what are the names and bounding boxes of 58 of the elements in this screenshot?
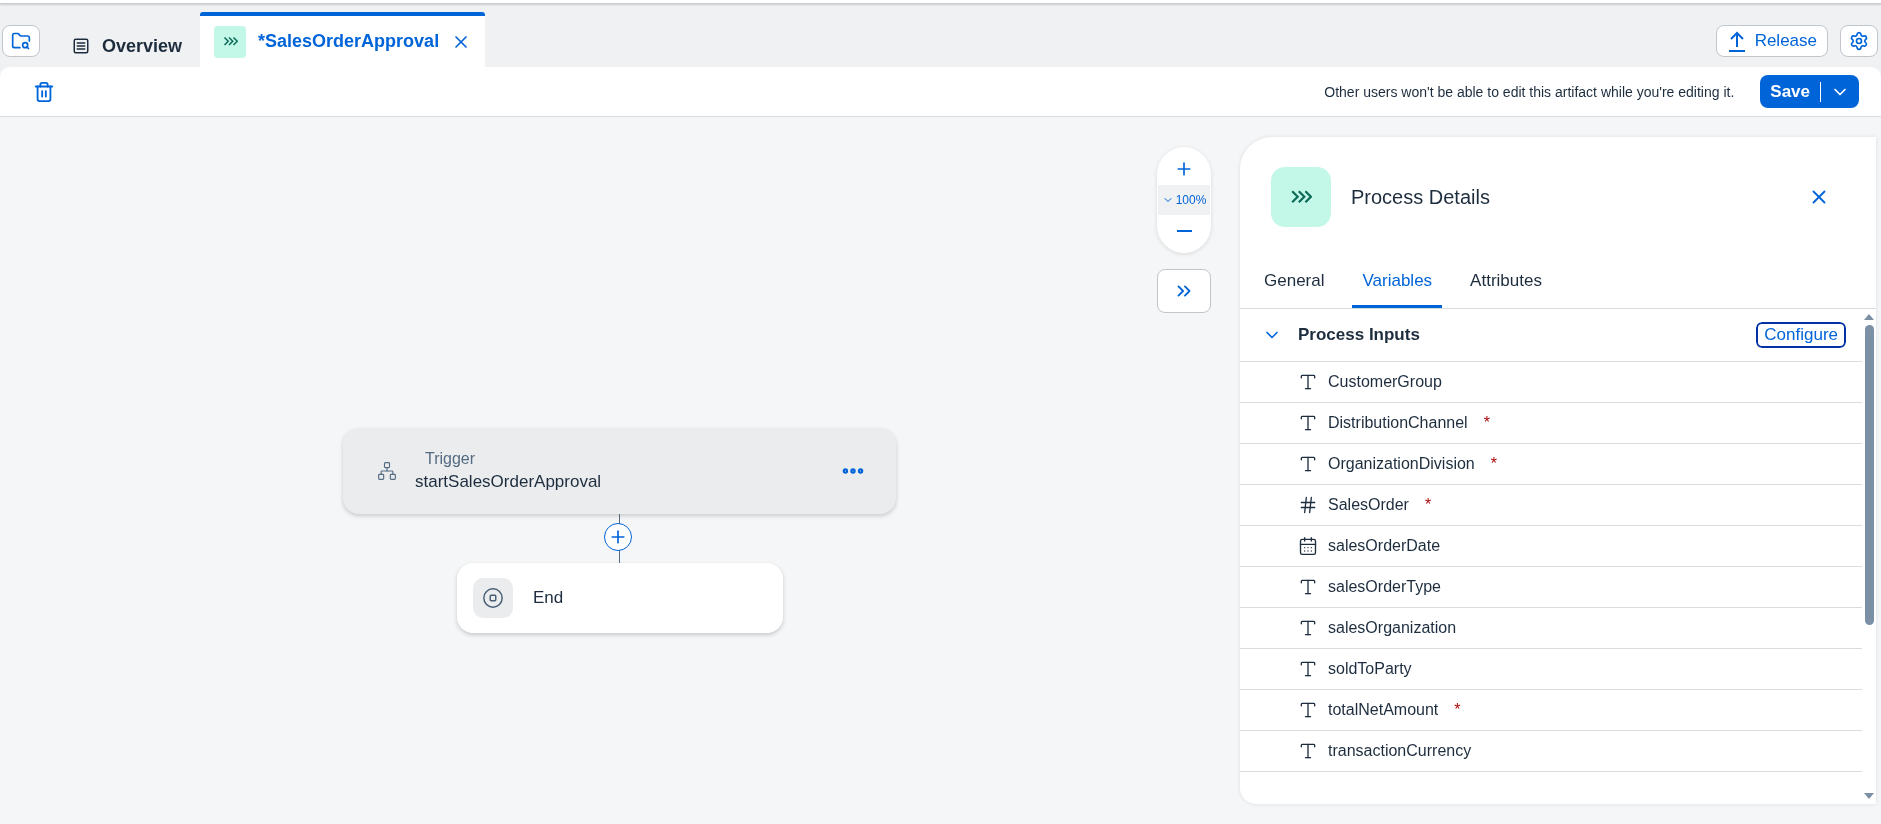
search-button[interactable] (2, 24, 40, 57)
text-type-icon (1298, 618, 1318, 638)
list-icon (72, 37, 90, 55)
calendar-icon (1298, 536, 1318, 556)
required-mark: * (1490, 455, 1497, 473)
document-tab[interactable]: *SalesOrderApproval (200, 12, 486, 67)
configure-button[interactable]: Configure (1756, 322, 1846, 348)
end-node[interactable]: End (457, 563, 783, 633)
add-step-button[interactable] (604, 523, 632, 551)
trigger-node[interactable]: Trigger startSalesOrderApproval (343, 428, 896, 514)
text-type-icon (1298, 372, 1318, 392)
panel-tab[interactable]: Variables (1352, 271, 1443, 308)
chevrons-icon (1290, 189, 1312, 205)
scroll-up-icon[interactable] (1863, 313, 1875, 321)
required-mark: * (1424, 496, 1432, 514)
variable-name: totalNetAmount (1328, 701, 1439, 719)
expand-button[interactable] (1157, 269, 1211, 313)
upload-icon (1726, 29, 1747, 52)
release-button[interactable]: Release (1715, 24, 1828, 57)
text-type-icon (1298, 454, 1318, 474)
document-tab[interactable]: Overview (54, 21, 201, 67)
text-type-icon (1298, 700, 1318, 720)
network-icon (377, 461, 397, 481)
variable-name: CustomerGroup (1328, 373, 1442, 391)
node-name: startSalesOrderApproval (415, 472, 602, 492)
chevrons-icon (222, 36, 238, 47)
panel-title: Process Details (1351, 185, 1491, 209)
zoom-level-dropdown[interactable]: 100% (1158, 185, 1210, 215)
section-title: Process Inputs (1298, 325, 1421, 345)
node-name: End (533, 588, 564, 608)
edit-notice: Other users won't be able to edit this artifact while you're editing it. (1324, 83, 1735, 100)
node-type-label: Trigger (425, 450, 477, 468)
required-mark: * (1483, 414, 1490, 432)
panel-tab[interactable]: Attributes (1460, 271, 1552, 308)
variable-name: OrganizationDivision (1328, 455, 1475, 473)
variable-name: salesOrderType (1328, 578, 1441, 596)
variable-name: salesOrganization (1328, 619, 1457, 637)
folder-search-icon (11, 30, 31, 51)
variable-name: soldToParty (1328, 660, 1412, 678)
minus-icon (1176, 230, 1192, 232)
hash-icon (1298, 495, 1318, 515)
variable-name: transactionCurrency (1328, 742, 1472, 760)
trash-icon[interactable] (33, 80, 55, 103)
zoom-reading: 100% (1175, 193, 1207, 207)
settings-button[interactable] (1840, 24, 1878, 57)
settings-icon (1849, 30, 1869, 51)
required-mark: * (1454, 701, 1461, 719)
panel-tab[interactable]: General (1254, 271, 1335, 308)
text-type-icon (1298, 741, 1318, 761)
variable-name: DistributionChannel (1328, 414, 1468, 432)
stop-icon (473, 578, 513, 618)
save-button[interactable]: Save (1760, 81, 1821, 102)
text-type-icon (1298, 659, 1318, 679)
scroll-down-icon[interactable] (1863, 792, 1875, 800)
variable-name: SalesOrder (1328, 496, 1409, 514)
text-type-icon (1298, 413, 1318, 433)
text-type-icon (1298, 577, 1318, 597)
variable-name: salesOrderDate (1328, 537, 1441, 555)
